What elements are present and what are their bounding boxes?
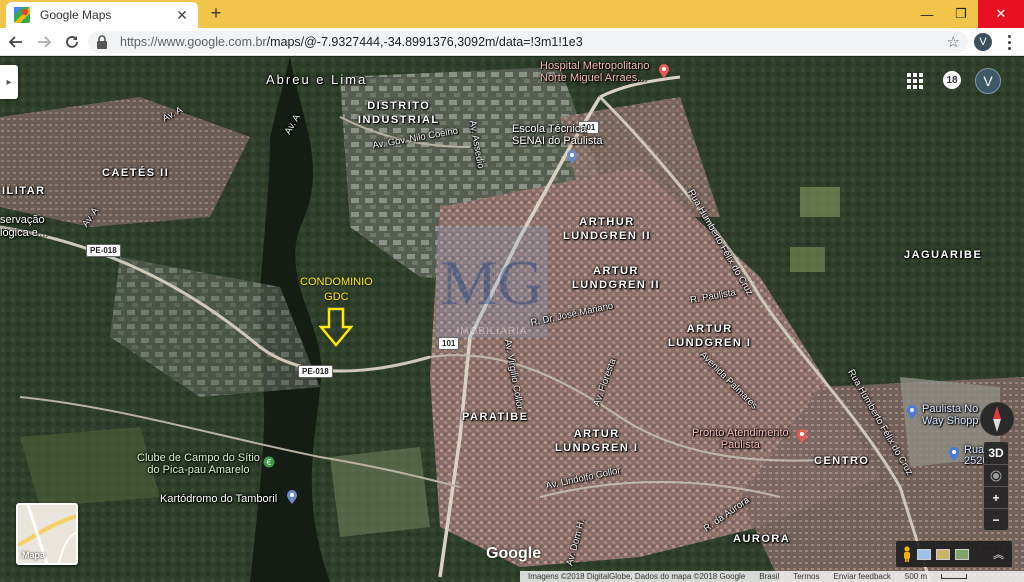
notifications-badge[interactable]: 18 [943,71,961,89]
scale-bar [941,574,968,579]
label-abreu-e-lima: Abreu e Lima [266,72,368,87]
url-text: https://www.google.com.br/maps/@-7.93274… [120,35,583,49]
google-logo: Google [486,545,542,562]
poi-paulista-north-way[interactable]: Paulista No Way Shopp [922,403,978,427]
reload-icon[interactable] [60,30,84,54]
collapse-side-panel-button[interactable]: ▸ [0,65,18,99]
browser-toolbar: https://www.google.com.br/maps/@-7.93274… [0,28,1024,56]
condominio-label: CONDOMINIO GDC [300,276,373,303]
poi-pronto-atendimento[interactable]: Pronto Atendimento Paulista [692,427,789,451]
shield-pe018-west: PE-018 [86,244,121,257]
browser-profile-avatar[interactable]: V [974,33,992,51]
address-bar[interactable]: https://www.google.com.br/maps/@-7.93274… [88,31,968,53]
label-arthur-lundgren-ii: ARTHUR LUNDGREN II [563,216,651,242]
label-militar: ILITAR [2,185,46,197]
compass-icon[interactable] [980,402,1014,436]
bookmark-star-icon[interactable]: ☆ [947,33,960,51]
zoom-out-button[interactable]: − [984,508,1008,530]
shopping-pin-icon[interactable] [906,405,918,419]
terms-link[interactable]: Termos [793,572,819,581]
country-link[interactable]: Brasil [759,572,779,581]
label-jaguaribe: JAGUARIBE [904,249,983,261]
imagery-bar: ︽ [896,541,1012,567]
map-view-toggle[interactable]: Mapa [16,503,78,565]
poi-hospital[interactable]: Hospital Metropolitano Norte Miguel Arra… [540,60,649,84]
label-artur-lundgren-ii: ARTUR LUNDGREN II [572,265,660,291]
pegman-icon[interactable] [902,546,912,562]
feedback-link[interactable]: Enviar feedback [834,572,891,581]
my-location-button[interactable] [984,464,1008,486]
label-centro: CENTRO [814,455,870,467]
label-artur-lundgren-i-south: ARTUR LUNDGREN I [555,428,639,454]
minimap-label: Mapa [22,550,46,560]
label-artur-lundgren-i-north: ARTUR LUNDGREN I [668,323,752,349]
satellite-map[interactable]: MG IMOBILIÁRIA Abreu e Lima DISTRITO IND… [0,57,1024,582]
expand-chevron-icon[interactable]: ︽ [993,546,1004,562]
svg-text:IMOBILIÁRIA: IMOBILIÁRIA [456,324,527,337]
club-pin-icon[interactable]: € [263,455,275,469]
google-apps-icon[interactable] [907,73,923,89]
tilt-3d-button[interactable]: 3D [984,442,1008,464]
maps-favicon-icon [14,7,30,23]
tab-close-icon[interactable]: ✕ [174,7,190,24]
poi-kartodromo[interactable]: Kartódromo do Tamboril [160,493,277,505]
school-pin-icon[interactable] [566,150,578,164]
zoom-in-button[interactable]: + [984,486,1008,508]
imagery-thumb-3[interactable] [955,548,969,560]
tab-google-maps[interactable]: Google Maps ✕ [6,2,198,28]
poi-clube-de-campo[interactable]: Clube de Campo do Sítio do Pica-pau Amar… [137,452,260,476]
browser-menu-icon[interactable] [1002,32,1016,52]
label-distrito-industrial: DISTRITO INDUSTRIAL [358,100,440,126]
lock-icon [96,35,110,49]
imagery-thumb-2[interactable] [936,548,950,560]
imagery-attribution: Imagens ©2018 DigitalGlobe, Dados do map… [528,572,746,581]
attribution-bar: Imagens ©2018 DigitalGlobe, Dados do map… [520,571,1024,582]
back-arrow-icon[interactable] [4,30,28,54]
label-aurora: AURORA [733,533,791,545]
shield-pe018-east: PE-018 [298,365,333,378]
minimize-button[interactable]: — [910,0,944,28]
label-observacao: servação lógica e... [0,214,48,239]
down-arrow-icon [319,307,354,347]
forward-arrow-icon[interactable] [32,30,56,54]
kartodromo-pin-icon[interactable] [286,490,298,504]
map-controls: 3D + − [984,442,1008,530]
imagery-thumb-1[interactable] [917,548,931,560]
label-caetes-ii: CAETÉS II [102,167,170,179]
svg-text:€: € [266,458,271,467]
rua-c-pin-icon[interactable] [948,447,960,461]
scale-label[interactable]: 500 m [905,572,927,581]
window-controls: — ❐ ✕ [910,0,1024,28]
restore-button[interactable]: ❐ [944,0,978,28]
account-avatar[interactable]: V [975,68,1001,94]
pronto-atendimento-pin-icon[interactable] [796,429,808,443]
condominio-annotation: CONDOMINIO GDC [300,275,373,347]
tab-title: Google Maps [40,8,112,22]
new-tab-button[interactable]: + [206,4,226,24]
label-paratibe: PARATIBE [462,411,529,423]
tab-strip: Google Maps ✕ + — ❐ ✕ [0,0,1024,28]
close-window-button[interactable]: ✕ [978,0,1024,28]
hospital-pin-icon[interactable] [658,64,670,78]
shield-br101: 101 [438,337,460,350]
my-location-icon [990,470,1002,481]
poi-escola[interactable]: Escola Técnica SENAI do Paulista [512,123,603,147]
svg-text:MG: MG [440,247,543,318]
